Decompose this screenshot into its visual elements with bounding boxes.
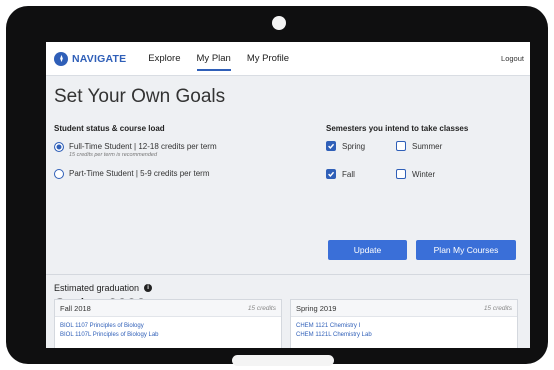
plan-my-courses-button[interactable]: Plan My Courses [416,240,516,260]
tablet-frame: NAVIGATE Explore My Plan My Profile Logo… [6,6,548,366]
page-title: Set Your Own Goals [54,86,226,107]
semester-options: Spring Summer Fall Winter [326,141,526,179]
camera-dot [272,16,286,30]
term-header: Spring 2019 15 credits [291,300,517,317]
semesters-label: Semesters you intend to take classes [326,124,469,133]
graduation-label-row: Estimated graduation i [54,283,530,293]
term-card[interactable]: Fall 2018 15 credits BIOL 1107 Principle… [54,299,282,348]
option-part-time[interactable]: Part-Time Student | 5-9 credits per term [54,169,304,179]
top-nav: NAVIGATE Explore My Plan My Profile Logo… [46,42,530,76]
compass-icon [54,51,68,66]
radio-part-time[interactable] [54,169,64,179]
checkbox-summer[interactable] [396,141,406,151]
nav-my-plan[interactable]: My Plan [196,44,232,73]
status-column: Student status & course load Full-Time S… [54,124,304,179]
term-name: Fall 2018 [60,303,91,313]
update-button[interactable]: Update [328,240,407,260]
checkbox-fall[interactable] [326,169,336,179]
nav-my-profile[interactable]: My Profile [247,44,289,73]
semesters-column: Semesters you intend to take classes Spr… [326,124,526,179]
info-icon[interactable]: i [144,284,153,292]
semester-fall-label: Fall [342,169,355,179]
semester-winter[interactable]: Winter [396,169,486,179]
check-icon [328,143,335,149]
semester-summer[interactable]: Summer [396,141,486,151]
term-credits: 15 credits [247,304,276,312]
course-link[interactable]: BIOL 1107L Principles of Biology Lab [60,331,281,340]
term-header: Fall 2018 15 credits [55,300,281,317]
goals-section: Set Your Own Goals Student status & cour… [46,76,530,274]
graduation-label: Estimated graduation [54,283,140,293]
semester-spring-label: Spring [342,141,366,151]
nav-explore[interactable]: Explore [148,44,180,73]
brand-name: NAVIGATE [72,52,127,65]
option-full-time[interactable]: Full-Time Student | 12-18 credits per te… [54,142,304,158]
semester-summer-label: Summer [412,141,443,151]
option-part-time-label: Part-Time Student | 5-9 credits per term [69,169,210,178]
home-indicator [232,355,334,366]
radio-full-time[interactable] [54,142,64,152]
app-screen: NAVIGATE Explore My Plan My Profile Logo… [46,42,530,348]
term-cards: Fall 2018 15 credits BIOL 1107 Principle… [54,299,530,348]
course-link[interactable]: BIOL 1107 Principles of Biology [60,322,281,331]
check-icon [328,171,335,177]
checkbox-spring[interactable] [326,141,336,151]
semester-spring[interactable]: Spring [326,141,396,151]
term-credits: 15 credits [483,304,512,312]
semester-fall[interactable]: Fall [326,169,396,179]
course-link[interactable]: CHEM 1121L Chemistry Lab [296,331,517,340]
logout-link[interactable]: Logout [501,54,524,63]
option-full-time-label: Full-Time Student | 12-18 credits per te… [69,142,217,151]
option-full-time-note: 15 credits per term is recommended [69,152,158,158]
status-label: Student status & course load [54,124,165,133]
brand-logo[interactable]: NAVIGATE [54,51,127,66]
checkbox-winter[interactable] [396,169,406,179]
term-card[interactable]: Spring 2019 15 credits CHEM 1121 Chemist… [290,299,518,348]
semester-winter-label: Winter [412,169,436,179]
term-name: Spring 2019 [296,303,337,313]
course-link[interactable]: CHEM 1121 Chemistry I [296,322,517,331]
